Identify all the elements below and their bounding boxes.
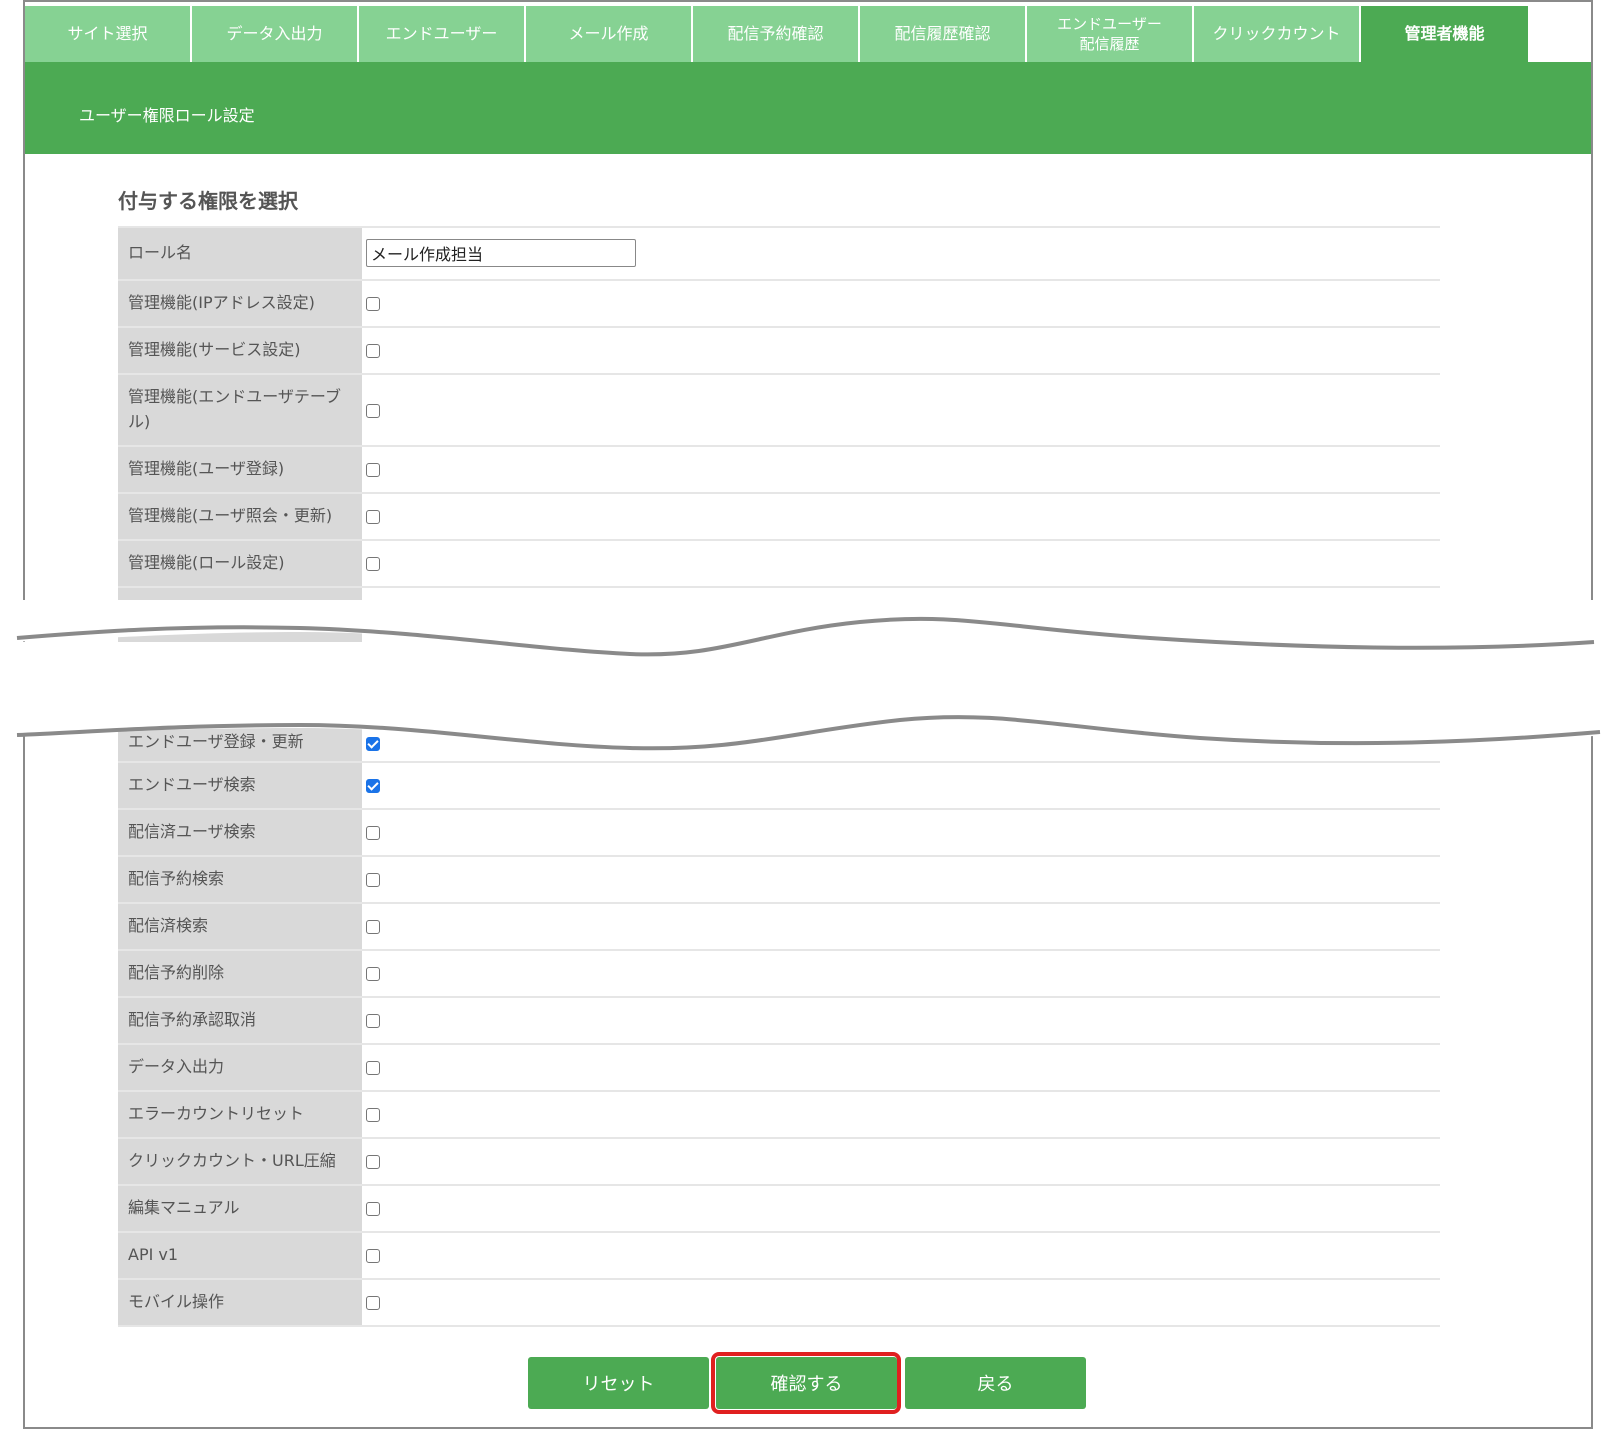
page-break-wave — [0, 600, 1606, 751]
